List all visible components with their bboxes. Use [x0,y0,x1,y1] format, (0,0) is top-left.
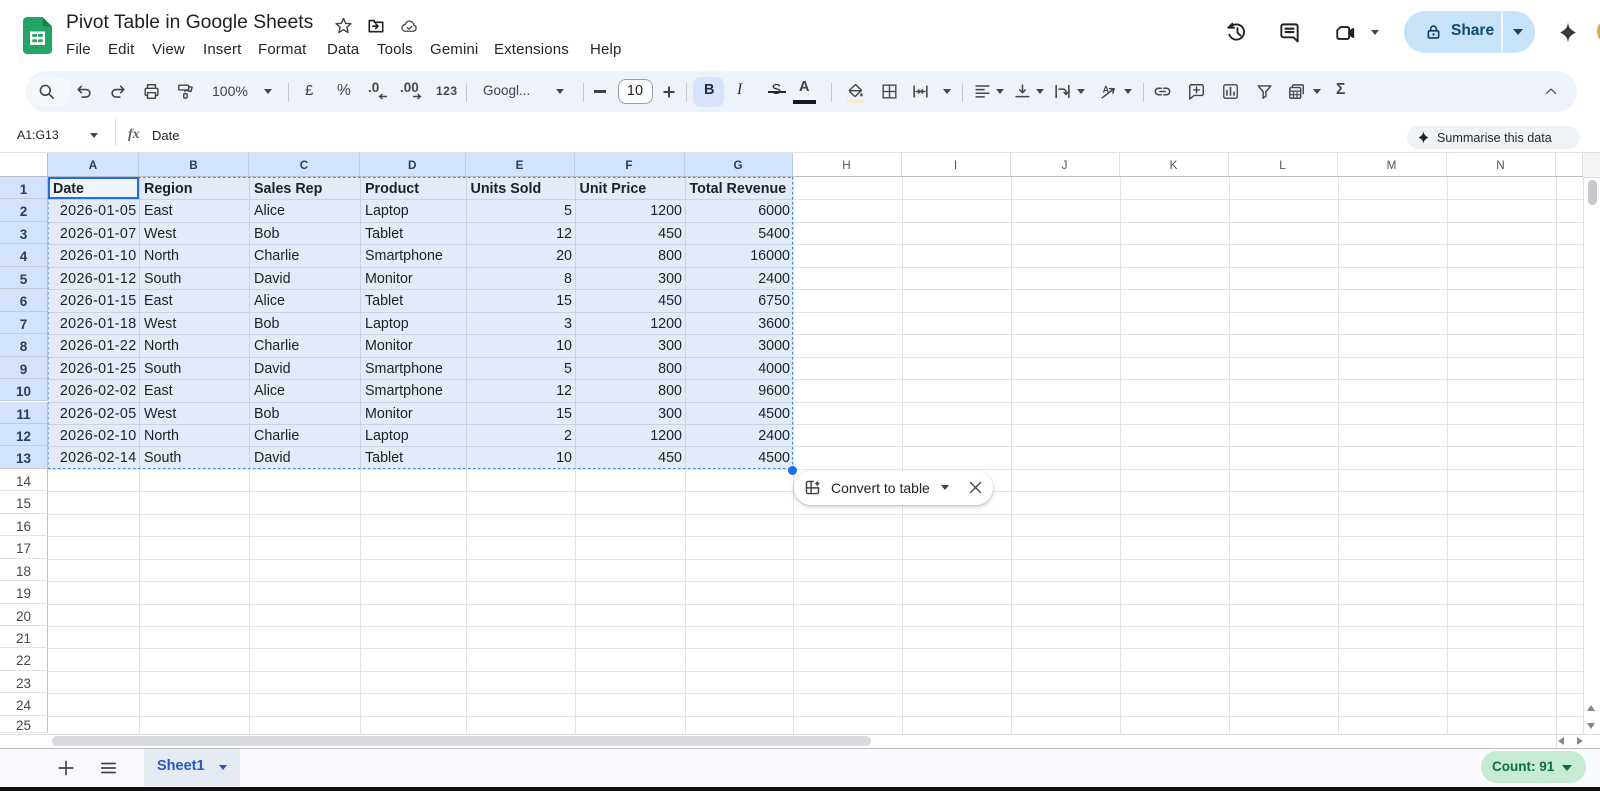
svg-text:A: A [1103,84,1110,94]
